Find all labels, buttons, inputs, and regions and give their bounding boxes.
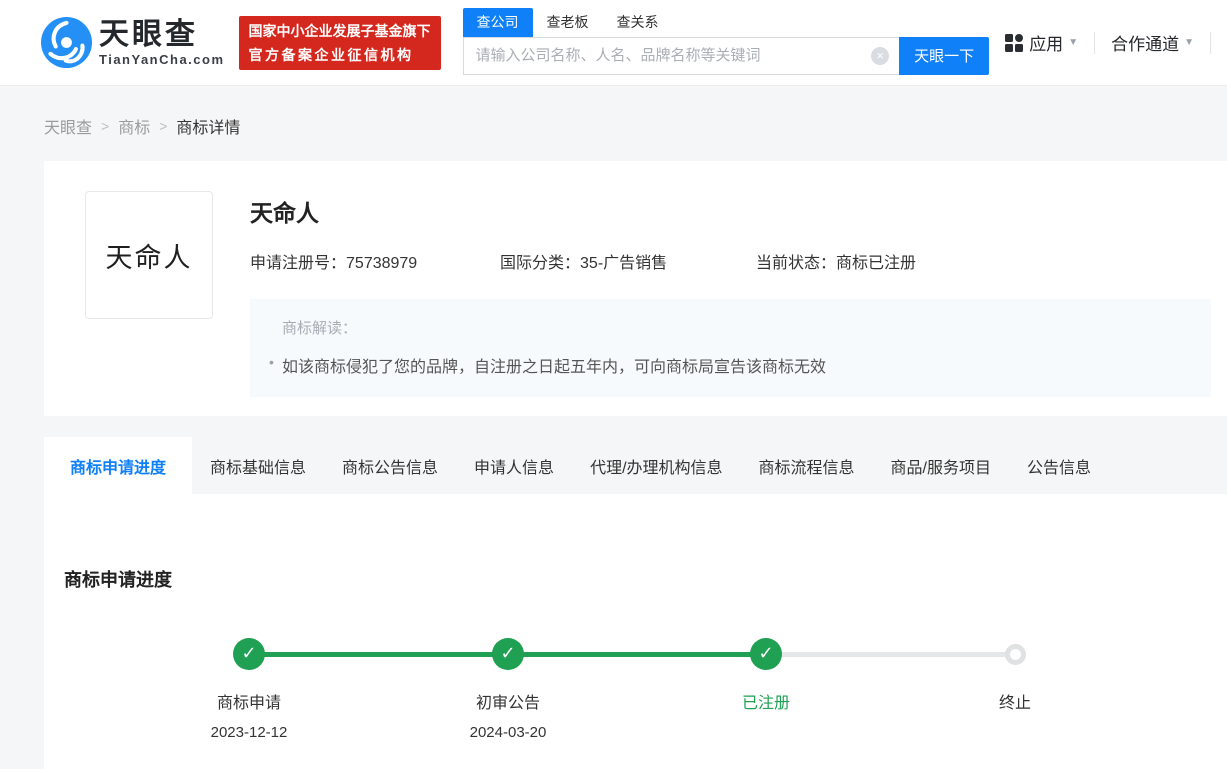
- step-date-preliminary: 2024-03-20: [469, 724, 547, 741]
- official-credential-badge: 国家中小企业发展子基金旗下 官方备案企业征信机构: [238, 15, 441, 70]
- logo-brand-name: 天眼查: [99, 17, 198, 51]
- nav-partner-label: 合作通道: [1111, 35, 1180, 54]
- trademark-fields: 申请注册号：75738979 国际分类：35-广告销售 当前状态：商标已注册: [250, 249, 1211, 273]
- detail-tab-bar: 商标申请进度 商标基础信息 商标公告信息 申请人信息 代理/办理机构信息 商标流…: [44, 437, 1227, 494]
- nav-divider: [1210, 31, 1211, 54]
- search-tab-boss[interactable]: 查老板: [533, 8, 603, 37]
- breadcrumb: 天眼查 > 商标 > 商标详情: [44, 114, 1227, 138]
- timeline-line-pending: [766, 652, 1015, 657]
- search-tabs: 查公司 查老板 查关系: [462, 7, 990, 37]
- clear-icon[interactable]: ×: [871, 46, 890, 65]
- field-current-status: 当前状态：商标已注册: [756, 255, 917, 272]
- tab-process-info[interactable]: 商标流程信息: [741, 437, 873, 494]
- interpretation-item: • 如该商标侵犯了您的品牌，自注册之日起五年内，可向商标局宣告该商标无效: [269, 354, 827, 376]
- tab-agency-info[interactable]: 代理/办理机构信息: [572, 437, 740, 494]
- step-check-icon: ✓: [492, 638, 524, 670]
- progress-timeline: ✓ ✓ ✓ 商标申请 2023-12-12 初审公告 2024-03-20 已注…: [44, 494, 1227, 769]
- trademark-image: 天命人: [85, 191, 213, 319]
- step-label-terminated: 终止: [998, 695, 1031, 712]
- search-input[interactable]: [462, 36, 900, 75]
- tianyancha-logo[interactable]: 天眼查 TianYanCha.com: [40, 16, 225, 69]
- tab-application-progress[interactable]: 商标申请进度: [44, 437, 193, 494]
- step-label-registered: 已注册: [741, 695, 790, 712]
- field-international-class: 国际分类：35-广告销售: [500, 255, 668, 272]
- nav-apps[interactable]: 应用 ▼: [1005, 30, 1078, 55]
- search-module: 查公司 查老板 查关系 × 天眼一下: [462, 7, 990, 75]
- step-check-icon: ✓: [233, 638, 265, 670]
- step-label-application: 商标申请: [216, 695, 281, 712]
- breadcrumb-separator: >: [159, 118, 168, 134]
- nav-apps-label: 应用: [1029, 35, 1064, 54]
- apps-grid-icon: [1005, 33, 1024, 52]
- badge-line-2: 官方备案企业征信机构: [248, 46, 414, 63]
- tab-basic-info[interactable]: 商标基础信息: [192, 437, 324, 494]
- step-date-application: 2023-12-12: [210, 724, 288, 741]
- step-label-preliminary: 初审公告: [475, 695, 540, 712]
- header-nav: 应用 ▼ 合作通道 ▼: [1005, 30, 1227, 55]
- trademark-interpretation-box: 商标解读： • 如该商标侵犯了您的品牌，自注册之日起五年内，可向商标局宣告该商标无…: [250, 299, 1211, 397]
- breadcrumb-separator: >: [101, 118, 110, 134]
- nav-divider: [1094, 31, 1096, 54]
- nav-partner-channel[interactable]: 合作通道 ▼: [1111, 30, 1194, 55]
- chevron-down-icon: ▼: [1068, 37, 1079, 48]
- breadcrumb-home[interactable]: 天眼查: [44, 114, 92, 138]
- step-pending-icon: [1005, 644, 1026, 665]
- breadcrumb-trademark[interactable]: 商标: [118, 114, 150, 138]
- top-header: 天眼查 TianYanCha.com 国家中小企业发展子基金旗下 官方备案企业征…: [0, 0, 1227, 86]
- badge-line-1: 国家中小企业发展子基金旗下: [248, 22, 431, 39]
- tab-applicant-info[interactable]: 申请人信息: [456, 437, 572, 494]
- interpretation-title: 商标解读：: [282, 320, 358, 337]
- trademark-card: 天命人 天命人 申请注册号：75738979 国际分类：35-广告销售 当前状态…: [44, 161, 1227, 416]
- search-button[interactable]: 天眼一下: [899, 36, 990, 75]
- tab-announcement-info[interactable]: 商标公告信息: [324, 437, 456, 494]
- bullet-icon: •: [269, 354, 274, 370]
- trademark-name: 天命人: [250, 200, 319, 226]
- trademark-image-text: 天命人: [105, 242, 193, 273]
- field-registration-number: 申请注册号：75738979: [250, 255, 418, 272]
- step-check-icon: ✓: [750, 638, 782, 670]
- search-tab-company[interactable]: 查公司: [462, 7, 533, 37]
- application-progress-section: 商标申请进度 ✓ ✓ ✓ 商标申请 2023-12-12 初审公告 2024-0…: [44, 494, 1227, 769]
- tab-goods-services[interactable]: 商品/服务项目: [873, 437, 1009, 494]
- search-tab-relation[interactable]: 查关系: [603, 8, 673, 37]
- tab-gazette-info[interactable]: 公告信息: [1009, 437, 1109, 494]
- chevron-down-icon: ▼: [1184, 37, 1194, 48]
- logo-domain: TianYanCha.com: [99, 51, 225, 67]
- breadcrumb-current: 商标详情: [176, 120, 241, 137]
- tianyancha-eye-icon: [40, 16, 93, 69]
